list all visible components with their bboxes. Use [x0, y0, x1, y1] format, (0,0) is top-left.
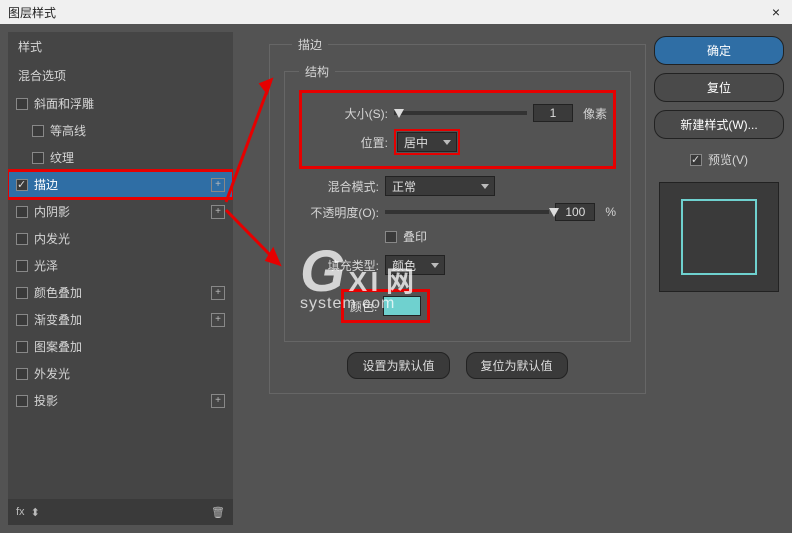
size-input[interactable] — [533, 104, 573, 122]
style-label: 斜面和浮雕 — [34, 95, 94, 112]
main: 样式 混合选项 斜面和浮雕 等高线 纹理 描边 + 内阴影 + 内发光 — [0, 24, 792, 533]
style-inner-shadow[interactable]: 内阴影 + — [8, 198, 233, 225]
structure-title: 结构 — [299, 63, 335, 80]
style-gradient-overlay[interactable]: 渐变叠加 + — [8, 306, 233, 333]
size-slider[interactable] — [394, 111, 527, 115]
style-inner-glow[interactable]: 内发光 — [8, 225, 233, 252]
style-pattern-overlay[interactable]: 图案叠加 — [8, 333, 233, 360]
style-label: 纹理 — [50, 149, 74, 166]
structure-group: 结构 大小(S): 像素 位置: 居中 混合模式: 正常 — [284, 63, 631, 342]
overprint-checkbox[interactable] — [385, 231, 397, 243]
left-footer: fx ⬍ 🗑 — [8, 499, 233, 525]
style-label: 图案叠加 — [34, 338, 82, 355]
trash-icon[interactable]: 🗑 — [211, 506, 225, 519]
style-label: 光泽 — [34, 257, 58, 274]
titlebar: 图层样式 × — [0, 0, 792, 24]
settings-panel: 描边 结构 大小(S): 像素 位置: 居中 混合模式 — [241, 32, 646, 525]
window-title: 图层样式 — [8, 4, 56, 21]
style-color-overlay[interactable]: 颜色叠加 + — [8, 279, 233, 306]
add-icon[interactable]: + — [211, 313, 225, 327]
blend-mode-select[interactable]: 正常 — [385, 176, 495, 196]
preview-box — [659, 182, 779, 292]
cancel-button[interactable]: 复位 — [654, 73, 784, 102]
style-list-panel: 样式 混合选项 斜面和浮雕 等高线 纹理 描边 + 内阴影 + 内发光 — [8, 32, 233, 525]
position-label: 位置: — [308, 134, 388, 151]
opacity-slider[interactable] — [385, 210, 549, 214]
style-label: 颜色叠加 — [34, 284, 82, 301]
style-outer-glow[interactable]: 外发光 — [8, 360, 233, 387]
opacity-unit: % — [605, 205, 616, 219]
fill-type-select[interactable]: 颜色 — [385, 255, 445, 275]
new-style-button[interactable]: 新建样式(W)... — [654, 110, 784, 139]
style-texture[interactable]: 纹理 — [8, 144, 233, 171]
chevron-up-down-icon[interactable]: ⬍ — [31, 506, 40, 519]
overprint-label: 叠印 — [403, 228, 427, 245]
ok-button[interactable]: 确定 — [654, 36, 784, 65]
checkbox-icon[interactable] — [16, 260, 28, 272]
color-label: 颜色: — [350, 298, 377, 315]
checkbox-icon[interactable] — [16, 341, 28, 353]
checkbox-icon[interactable] — [690, 154, 702, 166]
style-label: 描边 — [34, 176, 58, 193]
style-label: 等高线 — [50, 122, 86, 139]
fill-type-label: 填充类型: — [299, 257, 379, 274]
opacity-input[interactable] — [555, 203, 595, 221]
set-default-button[interactable]: 设置为默认值 — [347, 352, 449, 379]
checkbox-icon[interactable] — [16, 368, 28, 380]
checkbox-icon[interactable] — [16, 287, 28, 299]
right-panel: 确定 复位 新建样式(W)... 预览(V) — [654, 32, 784, 525]
color-swatch[interactable] — [383, 296, 421, 316]
size-label: 大小(S): — [308, 105, 388, 122]
position-select[interactable]: 居中 — [397, 132, 457, 152]
checkbox-icon[interactable] — [16, 98, 28, 110]
checkbox-icon[interactable] — [16, 206, 28, 218]
preview-label: 预览(V) — [708, 151, 748, 168]
style-label: 外发光 — [34, 365, 70, 382]
stroke-group: 描边 结构 大小(S): 像素 位置: 居中 混合模式 — [269, 36, 646, 394]
checkbox-icon[interactable] — [16, 179, 28, 191]
style-list: 样式 混合选项 斜面和浮雕 等高线 纹理 描边 + 内阴影 + 内发光 — [8, 32, 233, 499]
checkbox-icon[interactable] — [32, 152, 44, 164]
style-drop-shadow[interactable]: 投影 + — [8, 387, 233, 414]
add-icon[interactable]: + — [211, 394, 225, 408]
blend-mode-label: 混合模式: — [299, 178, 379, 195]
size-unit: 像素 — [583, 105, 607, 122]
fx-icon[interactable]: fx — [16, 506, 25, 518]
stroke-group-title: 描边 — [292, 36, 328, 53]
checkbox-icon[interactable] — [16, 233, 28, 245]
checkbox-icon[interactable] — [16, 395, 28, 407]
reset-default-button[interactable]: 复位为默认值 — [466, 352, 568, 379]
style-label: 内发光 — [34, 230, 70, 247]
style-label: 内阴影 — [34, 203, 70, 220]
style-label: 投影 — [34, 392, 58, 409]
close-icon[interactable]: × — [768, 4, 784, 20]
opacity-label: 不透明度(O): — [299, 204, 379, 221]
add-icon[interactable]: + — [211, 286, 225, 300]
preview-swatch — [681, 199, 757, 275]
style-satin[interactable]: 光泽 — [8, 252, 233, 279]
checkbox-icon[interactable] — [32, 125, 44, 137]
preview-toggle[interactable]: 预览(V) — [654, 151, 784, 168]
styles-header[interactable]: 样式 — [8, 32, 233, 61]
style-stroke[interactable]: 描边 + — [8, 171, 233, 198]
style-label: 渐变叠加 — [34, 311, 82, 328]
blend-options[interactable]: 混合选项 — [8, 61, 233, 90]
style-bevel[interactable]: 斜面和浮雕 — [8, 90, 233, 117]
highlight-structure: 大小(S): 像素 位置: 居中 — [299, 90, 616, 169]
default-buttons: 设置为默认值 复位为默认值 — [284, 352, 631, 379]
checkbox-icon[interactable] — [16, 314, 28, 326]
style-contour[interactable]: 等高线 — [8, 117, 233, 144]
